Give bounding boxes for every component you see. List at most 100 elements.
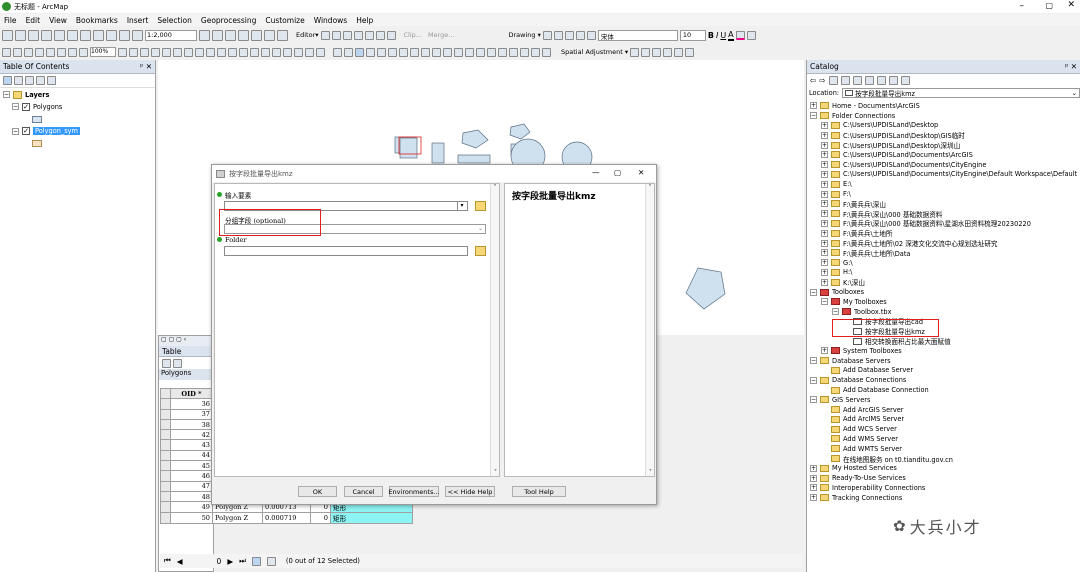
- expand-icon[interactable]: +: [810, 494, 817, 502]
- topology-icon-12[interactable]: [283, 47, 292, 57]
- collapse-icon[interactable]: −: [810, 376, 817, 384]
- show-selected-records-icon[interactable]: [266, 556, 276, 566]
- catalog-tree-item[interactable]: + F:\黄兵兵\深山\000 基础数据资料: [810, 209, 1080, 219]
- adjust-tool-icon-2[interactable]: [641, 47, 651, 57]
- catalog-tree-item[interactable]: + Tracking Connections: [810, 493, 1080, 503]
- location-combo[interactable]: 按字段批量导出kmz ⌄: [842, 88, 1080, 98]
- up-level-icon[interactable]: [828, 76, 838, 85]
- catalog-tree-item[interactable]: + F:\黄兵兵\土地所\Data: [810, 248, 1080, 258]
- toc-layers[interactable]: − Layers: [3, 90, 155, 100]
- catalog-tree-item[interactable]: − Database Connections: [810, 375, 1080, 385]
- bold-button[interactable]: B: [708, 31, 714, 40]
- fixed-zoom-out-icon[interactable]: [68, 47, 77, 57]
- catalog-tree-item[interactable]: 在线地图服务 on t0.tianditu.gov.cn: [810, 454, 1080, 464]
- html-popup-icon[interactable]: [476, 47, 485, 57]
- expand-icon[interactable]: +: [821, 249, 828, 257]
- fixed-zoom-icon[interactable]: [377, 47, 386, 57]
- scroll-down-icon[interactable]: ˅: [491, 469, 500, 476]
- scroll-up-icon[interactable]: ˄: [646, 184, 654, 191]
- catalog-tree-item[interactable]: + Interoperability Connections: [810, 483, 1080, 493]
- collapse-icon[interactable]: −: [810, 112, 817, 120]
- previous-extent-icon[interactable]: [79, 47, 88, 57]
- catalog-tree-item[interactable]: + K:\深山: [810, 277, 1080, 287]
- goto-xy-icon[interactable]: [520, 47, 529, 57]
- maximize-button[interactable]: ▢: [1045, 1, 1053, 10]
- table-layer-tab[interactable]: Polygons: [159, 369, 213, 380]
- toggle-draft-icon[interactable]: [118, 47, 127, 57]
- split-icon[interactable]: [353, 30, 363, 40]
- expand-icon[interactable]: +: [821, 278, 828, 286]
- catalog-tree-item[interactable]: + F:\黄兵兵\深山\000 基础数据资料\星湖水田资料梳理20230220: [810, 219, 1080, 228]
- toc-layer-polygons[interactable]: − ✓ Polygons: [12, 102, 155, 112]
- previous-record-icon[interactable]: ◀: [177, 557, 183, 566]
- expand-icon[interactable]: +: [821, 259, 828, 267]
- disconnect-folder-icon[interactable]: [864, 76, 874, 85]
- catalog-tree-item[interactable]: Add WMTS Server: [810, 444, 1080, 454]
- search-icon[interactable]: [238, 29, 249, 41]
- row-selector[interactable]: [160, 470, 171, 482]
- text-icon[interactable]: [575, 30, 585, 40]
- list-by-visibility-icon[interactable]: [25, 76, 34, 85]
- expand-icon[interactable]: +: [821, 121, 828, 129]
- show-all-records-icon[interactable]: [251, 556, 261, 566]
- sketch-tool-icon[interactable]: [331, 30, 341, 40]
- save-icon[interactable]: [28, 29, 39, 41]
- collapse-icon[interactable]: −: [3, 91, 10, 99]
- catalog-tree-item[interactable]: + System Toolboxes: [810, 346, 1080, 356]
- list-by-source-icon[interactable]: [14, 76, 23, 85]
- adjust-tool-icon-4[interactable]: [663, 47, 673, 57]
- dropdown-arrow-icon[interactable]: ▾: [457, 202, 466, 210]
- catalog-tree-item[interactable]: + F:\黄兵兵\深山: [810, 199, 1080, 209]
- topology-icon-2[interactable]: [173, 47, 182, 57]
- expand-icon[interactable]: +: [821, 229, 828, 237]
- menu-view[interactable]: View: [49, 16, 67, 25]
- catalog-tree-item[interactable]: + H:\: [810, 268, 1080, 278]
- toc-options-icon[interactable]: [47, 76, 56, 85]
- row-selector[interactable]: [160, 398, 171, 410]
- edit-tool-icon[interactable]: [320, 30, 330, 40]
- back-icon[interactable]: ⇦: [810, 76, 816, 85]
- topology-icon-8[interactable]: [239, 47, 248, 57]
- change-layout-icon[interactable]: [140, 47, 149, 57]
- hyperlink-icon[interactable]: [465, 47, 474, 57]
- expand-icon[interactable]: +: [810, 474, 817, 482]
- scroll-down-icon[interactable]: ˅: [646, 469, 655, 476]
- layout-pan-icon[interactable]: [24, 47, 33, 57]
- catalog-tree-item[interactable]: − My Toolboxes: [810, 297, 1080, 307]
- row-selector[interactable]: [160, 418, 171, 431]
- home-icon[interactable]: [840, 76, 850, 85]
- rotate-element-icon[interactable]: [553, 30, 563, 40]
- adjust-tool-icon-1[interactable]: [630, 47, 640, 57]
- catalog-close-icon[interactable]: ᵖ ✕: [1065, 62, 1077, 71]
- catalog-tree-item[interactable]: − Folder Connections: [810, 111, 1080, 121]
- expand-icon[interactable]: +: [810, 102, 817, 110]
- tool-help-button[interactable]: Tool Help: [512, 486, 566, 497]
- collapse-icon[interactable]: −: [12, 127, 19, 135]
- vertical-scrollbar[interactable]: ˄ ˅: [490, 184, 499, 476]
- line-color-icon[interactable]: [746, 30, 756, 40]
- expand-icon[interactable]: +: [821, 210, 828, 218]
- row-selector[interactable]: [160, 460, 171, 472]
- expand-icon[interactable]: +: [810, 484, 817, 492]
- options-icon[interactable]: [900, 76, 910, 85]
- expand-icon[interactable]: +: [821, 131, 828, 139]
- measure-icon[interactable]: [487, 47, 496, 57]
- callout-icon[interactable]: [586, 30, 596, 40]
- editor-toolbar-icon[interactable]: [199, 29, 210, 41]
- clear-selection-icon[interactable]: [432, 47, 441, 57]
- catalog-tree-item[interactable]: + E:\: [810, 179, 1080, 189]
- underline-button[interactable]: U: [720, 31, 726, 40]
- print-icon[interactable]: [41, 29, 52, 41]
- expand-icon[interactable]: +: [821, 190, 828, 198]
- topology-icon-3[interactable]: [184, 47, 193, 57]
- catalog-tree-item[interactable]: + C:\Users\UPDISLand\Documents\CityEngine: [810, 160, 1080, 170]
- expand-icon[interactable]: +: [821, 170, 828, 178]
- catalog-tree-item[interactable]: − Toolboxes: [810, 287, 1080, 297]
- delete-icon[interactable]: [93, 29, 104, 41]
- catalog-tree-item[interactable]: Add WMS Server: [810, 434, 1080, 444]
- zoom-in-icon[interactable]: [333, 47, 342, 57]
- paste-icon[interactable]: [80, 29, 91, 41]
- forward-extent-icon[interactable]: [410, 47, 419, 57]
- catalog-tree-item[interactable]: + C:\Users\UPDISLand\Documents\ArcGIS: [810, 150, 1080, 160]
- row-selector[interactable]: [160, 480, 171, 492]
